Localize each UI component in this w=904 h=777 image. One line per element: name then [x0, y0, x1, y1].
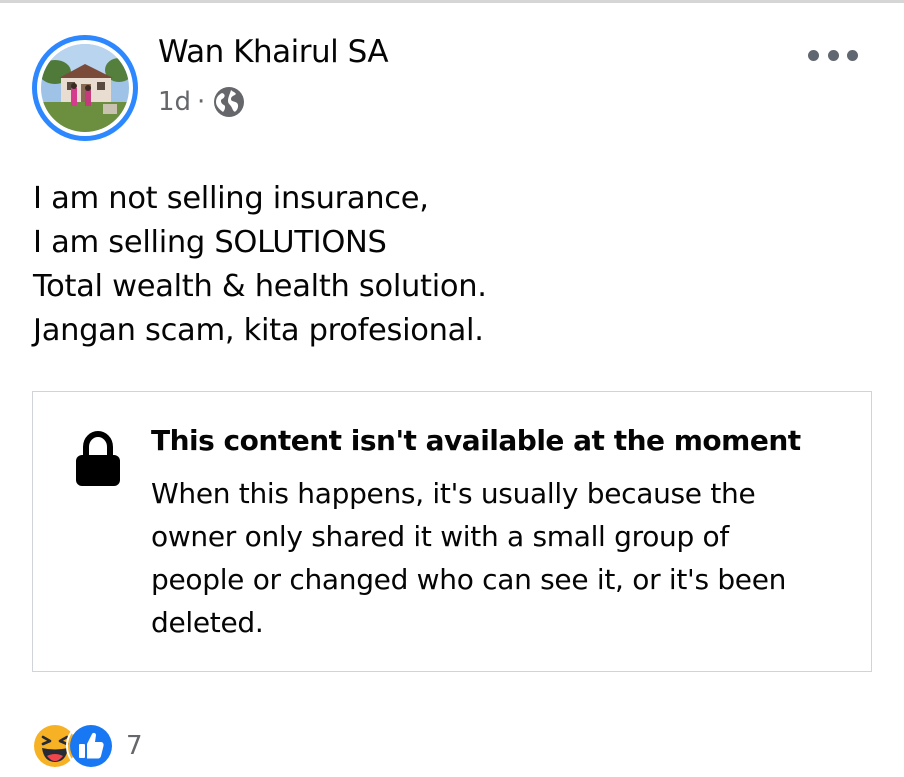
post-text-line: I am selling SOLUTIONS: [33, 225, 387, 260]
post-text-line: I am not selling insurance,: [33, 181, 429, 216]
more-options-icon[interactable]: [808, 40, 858, 70]
unavailable-message-line: deleted.: [151, 606, 264, 639]
like-icon: [66, 721, 116, 771]
post-text: I am not selling insurance, I am selling…: [33, 177, 487, 353]
reactions-summary[interactable]: 7: [30, 721, 143, 771]
globe-icon[interactable]: [213, 86, 245, 118]
more-dot: [847, 49, 858, 61]
author-name[interactable]: Wan Khairul SA: [158, 34, 389, 70]
avatar-photo: [41, 44, 129, 132]
avatar[interactable]: [32, 35, 138, 141]
more-dot: [827, 49, 839, 61]
avatar-ring: [37, 40, 133, 136]
meta-separator: ·: [197, 87, 206, 117]
lock-icon: [76, 430, 120, 486]
unavailable-message-line: owner only shared it with a small group …: [151, 520, 729, 553]
post-meta: 1d ·: [158, 84, 245, 120]
post-time[interactable]: 1d: [158, 87, 191, 117]
post-text-line: Total wealth & health solution.: [33, 269, 487, 304]
facebook-post: Wan Khairul SA 1d · I am not selling ins…: [0, 0, 904, 777]
unavailable-message-line: When this happens, it's usually because …: [151, 477, 756, 510]
unavailable-message: When this happens, it's usually because …: [151, 472, 841, 644]
post-text-line: Jangan scam, kita profesional.: [33, 313, 484, 348]
reaction-count[interactable]: 7: [126, 731, 143, 761]
unavailable-content-card: This content isn't available at the mome…: [32, 391, 872, 672]
unavailable-message-line: people or changed who can see it, or it'…: [151, 563, 787, 596]
more-dot: [808, 49, 819, 61]
unavailable-title: This content isn't available at the mome…: [151, 424, 801, 457]
